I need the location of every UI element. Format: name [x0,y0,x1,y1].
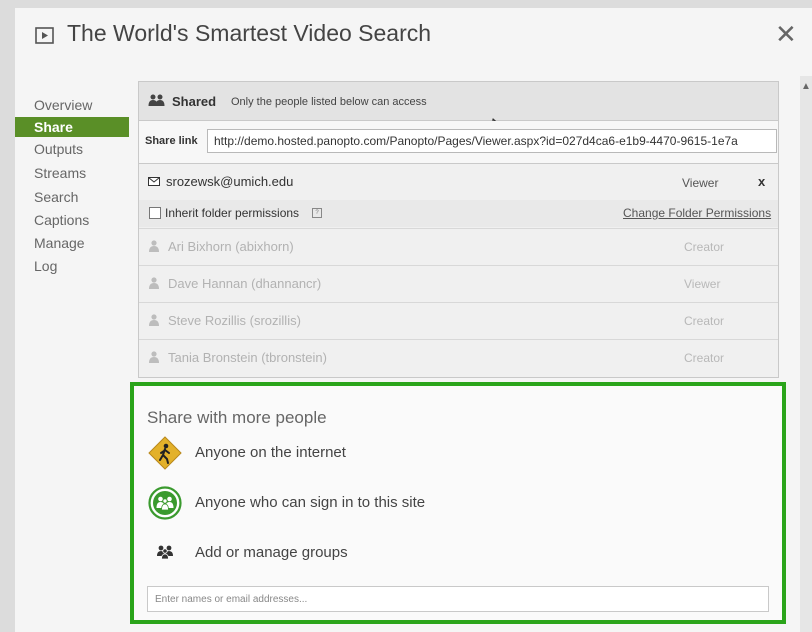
dialog-title: The World's Smartest Video Search [67,20,432,46]
add-people-input[interactable] [147,586,769,612]
user-email: srozewsk@umich.edu [166,174,294,189]
nav-item-streams[interactable]: Streams [15,161,129,185]
nav-item-captions[interactable]: Captions [15,209,129,232]
close-button[interactable]: ✕ [775,21,797,47]
inherit-permissions-row: Inherit folder permissions ? Change Fold… [139,200,778,227]
nav-item-search[interactable]: Search [15,185,129,209]
share-link-label: Share link [145,135,198,147]
share-option-label: Add or manage groups [195,544,348,561]
share-with-more-section: Share with more people Anyone on the int… [130,382,786,624]
member-role: Creator [684,240,725,254]
member-name: Tania Bronstein (tbronstein) [168,350,327,365]
member-row: Tania Bronstein (tbronstein) Creator [139,339,778,377]
member-row: Steve Rozillis (srozillis) Creator [139,302,778,340]
signed-in-group-icon [148,486,182,520]
shared-status-label: Shared [172,94,217,109]
change-folder-permissions-link[interactable]: Change Folder Permissions [623,206,771,220]
member-name: Dave Hannan (dhannancr) [168,276,322,291]
nav-item-log[interactable]: Log [15,255,129,278]
member-row: Ari Bixhorn (abixhorn) Creator [139,228,778,266]
share-option-label: Anyone who can sign in to this site [195,494,426,511]
share-option-manage-groups[interactable]: Add or manage groups [148,536,548,572]
user-permission-row: srozewsk@umich.edu Viewer x [139,164,778,200]
share-option-label: Anyone on the internet [195,444,346,461]
shared-status-row: Shared Only the people listed below can … [139,82,778,140]
person-icon [149,351,159,363]
remove-user-button[interactable]: x [758,174,765,189]
inherit-permissions-checkbox[interactable] [149,207,161,219]
settings-nav: Overview Share Outputs Streams Search Ca… [15,93,129,278]
video-play-icon [35,27,54,44]
info-icon[interactable]: ? [312,208,322,218]
share-link-field[interactable]: http://demo.hosted.panopto.com/Panopto/P… [207,129,777,153]
people-icon [148,94,165,106]
nav-item-overview[interactable]: Overview [15,93,129,117]
shared-status-description: Only the people listed below can access [231,96,427,108]
member-name: Ari Bixhorn (abixhorn) [168,239,294,254]
person-icon [149,277,159,289]
nav-item-share[interactable]: Share [15,117,129,137]
share-more-heading: Share with more people [147,408,327,427]
public-walker-icon [148,436,182,470]
inherit-permissions-label: Inherit folder permissions [165,206,300,220]
nav-item-manage[interactable]: Manage [15,232,129,255]
member-row: Dave Hannan (dhannancr) Viewer [139,265,778,303]
permissions-panel: Shared Only the people listed below can … [138,81,779,378]
dialog-header: The World's Smartest Video Search ✕ [15,8,812,66]
share-link-row: Share link http://demo.hosted.panopto.co… [139,121,778,164]
user-role-select[interactable]: Viewer [682,176,718,190]
member-role: Creator [684,351,725,365]
person-icon [149,314,159,326]
groups-icon [157,545,173,560]
nav-item-outputs[interactable]: Outputs [15,137,129,161]
share-dialog: The World's Smartest Video Search ✕ ▲ Ov… [15,8,812,632]
person-icon [149,240,159,252]
member-role: Creator [684,314,725,328]
member-name: Steve Rozillis (srozillis) [168,313,301,328]
scrollbar[interactable]: ▲ [800,76,812,632]
share-option-signed-in-users[interactable]: Anyone who can sign in to this site [148,486,548,522]
share-option-anyone-internet[interactable]: Anyone on the internet [148,436,548,472]
member-role: Viewer [684,277,721,291]
email-icon [148,177,160,186]
scroll-up-arrow-icon[interactable]: ▲ [801,82,811,92]
